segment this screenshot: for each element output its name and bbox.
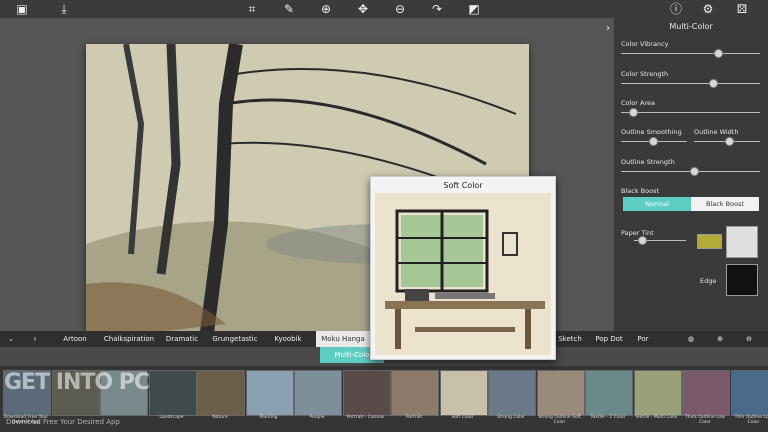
preset-thumbnail-label: Strong Outline Soft Color (538, 415, 581, 425)
edge-texture-swatch[interactable] (726, 264, 758, 296)
preset-thumbnail-label: Strong Color (496, 415, 525, 420)
tab-pop-dot[interactable]: Pop Dot (593, 331, 625, 347)
preset-thumbnail-label: Portrait - Canvas (346, 415, 385, 420)
preset-thumbnail-label: Thin Outline Low Color (734, 415, 768, 425)
clipboard-icon[interactable]: ◍ (684, 331, 698, 347)
move-icon[interactable]: ✥ (355, 1, 371, 17)
preset-thumbnail[interactable] (391, 370, 439, 416)
black-boost-option[interactable]: Black Boost (691, 197, 759, 211)
preset-thumbnail[interactable] (682, 370, 730, 416)
preset-thumbnail-label: Landscape (159, 415, 184, 420)
normal-option[interactable]: Normal (623, 197, 691, 211)
room-sketch (375, 193, 551, 355)
paper-tint-color-swatch[interactable] (697, 234, 722, 249)
remove-icon[interactable]: ⊖ (742, 331, 756, 347)
brush-icon[interactable]: ✎ (281, 1, 297, 17)
popup-title: Soft Color (443, 181, 483, 190)
tab-grungetastic[interactable]: Grungetastic (210, 331, 260, 347)
tab-kyoobik[interactable]: Kyoobik (270, 331, 306, 347)
tab-dramatic[interactable]: Dramatic (164, 331, 200, 347)
color-area-track[interactable] (621, 112, 760, 113)
zoom-out-icon[interactable]: ⊖ (392, 1, 408, 17)
preset-thumbnail-label: Painting (259, 415, 278, 420)
preset-thumbnail[interactable] (633, 370, 682, 416)
color-area-label: Color Area (621, 99, 655, 107)
preset-thumbnail[interactable] (342, 370, 391, 416)
color-vibrancy-label: Color Vibrancy (621, 40, 669, 48)
panel-title: Multi-Color (669, 22, 713, 31)
preview-image (375, 193, 551, 355)
chevron-right-icon[interactable]: › (600, 21, 616, 37)
preset-thumbnail[interactable] (294, 370, 342, 416)
color-strength-label: Color Strength (621, 70, 669, 78)
top-toolbar: ▣ ⤓ ⌗ ✎ ⊕ ✥ ⊖ ↷ ◩ ⓘ ⚙ ⚄ (0, 0, 768, 18)
color-area-knob[interactable] (629, 108, 638, 117)
preset-thumbnail-label: Textile - Multi Color (634, 415, 679, 420)
preset-thumbnail[interactable] (730, 370, 768, 416)
menu-label[interactable]: ı (30, 331, 40, 347)
preset-thumbnail[interactable] (197, 370, 245, 416)
compare-icon[interactable]: ◩ (466, 1, 482, 17)
preset-preview-popup: Soft Color (370, 176, 556, 360)
color-vibrancy-track[interactable] (621, 53, 760, 54)
redo-icon[interactable]: ↷ (429, 1, 445, 17)
settings-panel: Multi-Color › Color Vibrancy Color Stren… (606, 18, 768, 331)
preset-thumbnail-label: Nature (212, 415, 228, 420)
preset-thumbnail-label: Thick Outline Low Color (685, 415, 725, 425)
menu-chevron-icon[interactable]: ⌄ (4, 331, 18, 347)
preset-thumbnail[interactable] (536, 370, 585, 416)
zoom-in-icon[interactable]: ⊕ (318, 1, 334, 17)
tab-artoon[interactable]: Artoon (58, 331, 92, 347)
dice-icon[interactable]: ⚄ (734, 1, 750, 17)
black-boost-label: Black Boost (621, 187, 660, 195)
preset-thumbnail[interactable] (488, 370, 536, 416)
preset-thumbnail[interactable] (585, 370, 633, 416)
outline-width-knob[interactable] (725, 137, 734, 146)
paper-texture-swatch[interactable] (726, 226, 758, 258)
tab-chalkspiration[interactable]: Chalkspiration (103, 331, 155, 347)
tab-por[interactable]: Por (634, 331, 652, 347)
preset-thumbnail[interactable] (439, 370, 488, 416)
info-icon[interactable]: ⓘ (668, 1, 684, 17)
add-icon[interactable]: ⊕ (713, 331, 727, 347)
preset-thumbnail[interactable] (245, 370, 294, 416)
preset-thumbnail-label: Soft Color (451, 415, 474, 420)
tab-moku-hanga[interactable]: Moku Hanga (316, 331, 370, 347)
color-strength-knob[interactable] (709, 79, 718, 88)
frame-icon[interactable]: ▣ (14, 1, 30, 17)
save-icon[interactable]: ⤓ (56, 1, 72, 17)
crop-icon[interactable]: ⌗ (244, 1, 260, 17)
color-vibrancy-knob[interactable] (714, 49, 723, 58)
preset-thumbnail-label: Portrait (405, 415, 423, 420)
outline-width-label: Outline Width (694, 128, 739, 136)
edge-label: Edge (700, 277, 717, 285)
watermark-subtext: Download Free Your Desired App (6, 418, 120, 426)
outline-strength-label: Outline Strength (621, 158, 675, 166)
preset-thumbnail-label: Textile - 2 Color (590, 415, 626, 420)
color-strength-track[interactable] (621, 83, 760, 84)
outline-smoothing-knob[interactable] (649, 137, 658, 146)
watermark-text: GET INTO PC (4, 370, 150, 395)
paper-tint-label: Paper Tint (621, 229, 654, 237)
outline-smoothing-label: Outline Smoothing (621, 128, 682, 136)
settings-icon[interactable]: ⚙ (700, 1, 716, 17)
outline-strength-knob[interactable] (690, 167, 699, 176)
preset-thumbnail-label: People (309, 415, 325, 420)
paper-tint-knob[interactable] (638, 236, 647, 245)
tab-sketch[interactable]: Sketch (556, 331, 584, 347)
preset-thumbnail[interactable] (148, 370, 197, 416)
